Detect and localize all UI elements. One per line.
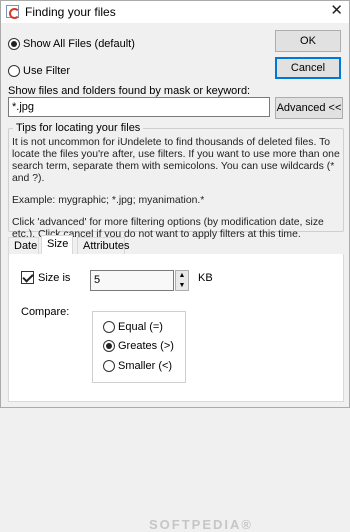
tab-size[interactable]: Size (41, 235, 73, 255)
window-title: Finding your files (25, 5, 116, 19)
mask-label: Show files and folders found by mask or … (8, 85, 251, 97)
equal-label: Equal (=) (118, 321, 163, 333)
tab-date[interactable]: Date (8, 237, 39, 255)
compare-equal-radio[interactable]: Equal (=) (103, 321, 163, 333)
finding-files-dialog: Finding your files ✕ Show All Files (def… (0, 0, 350, 532)
compare-smaller-radio[interactable]: Smaller (<) (103, 360, 172, 372)
show-all-files-radio[interactable]: Show All Files (default) (8, 38, 135, 50)
app-icon (6, 5, 20, 19)
size-spinner[interactable]: ▲ ▼ (175, 270, 189, 291)
use-filter-radio-indicator[interactable] (8, 65, 20, 77)
cancel-button[interactable]: Cancel (275, 57, 341, 79)
smaller-radio-indicator[interactable] (103, 360, 115, 372)
equal-radio-indicator[interactable] (103, 321, 115, 333)
close-icon[interactable]: ✕ (330, 3, 343, 19)
use-filter-label: Use Filter (23, 65, 71, 77)
tips-body: It is not uncommon for iUndelete to find… (12, 137, 342, 251)
title-bar: Finding your files ✕ (1, 1, 349, 23)
tab-attributes[interactable]: Attributes (77, 237, 129, 255)
tips-title: Tips for locating your files (13, 122, 144, 134)
softpedia-watermark: SOFTPEDIA® (149, 517, 253, 532)
size-value-input[interactable]: 5 (90, 270, 174, 291)
use-filter-radio[interactable]: Use Filter (8, 65, 70, 77)
chevron-up-icon[interactable]: ▲ (176, 271, 188, 280)
size-unit-label: KB (198, 272, 213, 284)
compare-label: Compare: (21, 306, 70, 318)
greater-radio-indicator[interactable] (103, 340, 115, 352)
size-is-checkbox[interactable] (21, 271, 34, 284)
tips-paragraph-2: Example: mygraphic; *.jpg; myanimation.* (12, 195, 205, 206)
show-all-radio-indicator[interactable] (8, 38, 20, 50)
compare-greater-radio[interactable]: Greates (>) (103, 340, 174, 352)
show-all-label: Show All Files (default) (23, 38, 135, 50)
advanced-button[interactable]: Advanced << (275, 97, 343, 119)
tips-paragraph-1: It is not uncommon for iUndelete to find… (12, 137, 340, 184)
chevron-down-icon[interactable]: ▼ (176, 281, 188, 290)
smaller-label: Smaller (<) (118, 360, 173, 372)
size-is-label: Size is (38, 272, 71, 284)
mask-input[interactable]: *.jpg (8, 97, 270, 117)
ok-button[interactable]: OK (275, 30, 341, 52)
greater-label: Greates (>) (118, 340, 174, 352)
